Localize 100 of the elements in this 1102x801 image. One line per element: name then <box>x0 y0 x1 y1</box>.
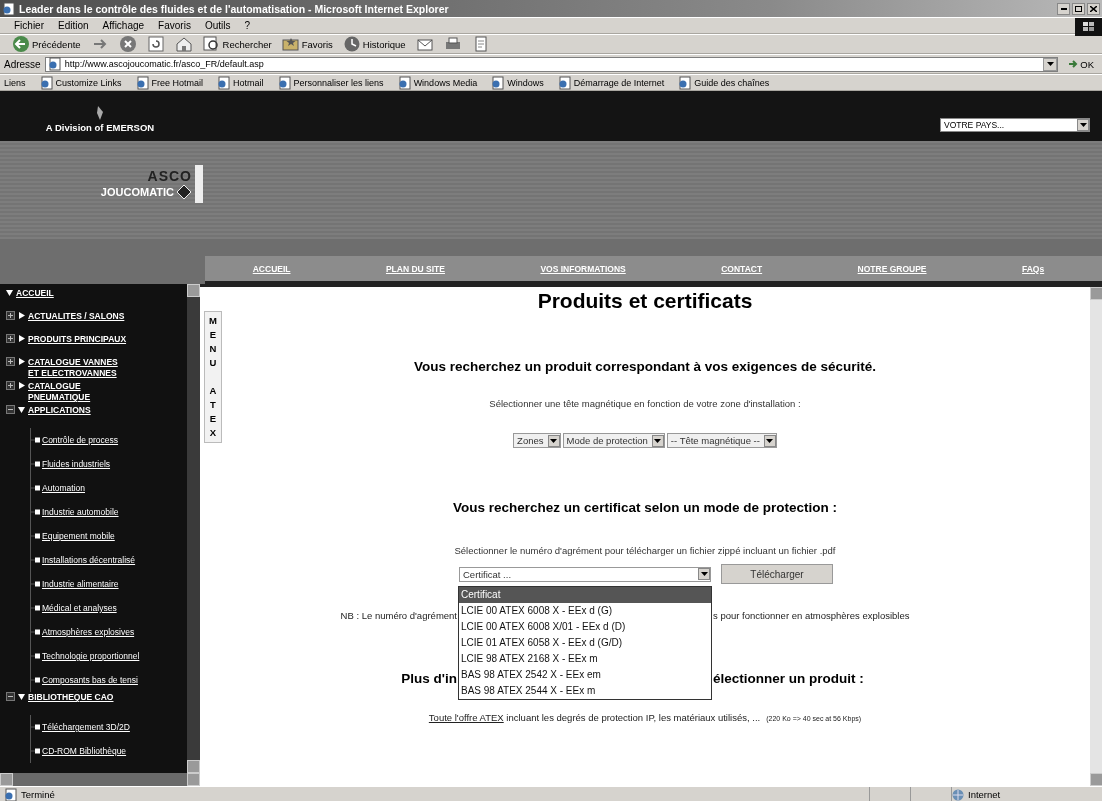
scrollbar[interactable] <box>187 284 200 773</box>
link-button[interactable]: Windows Media <box>397 75 478 90</box>
sidebar-link[interactable]: Composants bas de tensi <box>42 675 138 685</box>
dropdown[interactable]: -- Tête magnétique -- <box>666 433 777 448</box>
sidebar-link[interactable]: CD-ROM Bibliothèque <box>42 746 127 756</box>
status-text: Terminé <box>21 789 55 800</box>
sidebar-link[interactable]: Automation <box>42 483 85 493</box>
minimize-button[interactable] <box>1057 2 1070 15</box>
link-button[interactable]: Démarrage de Internet <box>557 75 665 90</box>
dropdown[interactable]: Zones <box>513 433 561 448</box>
sidebar-link[interactable]: Contrôle de process <box>42 435 119 445</box>
dropdown[interactable]: Mode de protection <box>562 433 665 448</box>
dropdown-arrow-icon <box>654 438 662 443</box>
logo-bar <box>195 165 203 203</box>
section-heading: électionner un produit : <box>713 671 865 686</box>
sidebar-link[interactable]: CATALOGUE VANNES ET ELECTROVANNES <box>28 357 128 379</box>
search-button[interactable]: Rechercher <box>200 35 274 53</box>
menu-item[interactable]: Fichier <box>14 20 44 31</box>
side-tab[interactable]: MENU ATEX <box>204 311 222 443</box>
instruction-text: Sélectionner une tête magnétique en fonction de votre zone d'installation : <box>489 398 801 409</box>
dropdown-option[interactable]: LCIE 00 ATEX 6008 X/01 - EEx d (D) <box>459 618 711 635</box>
collapse-box-icon[interactable] <box>6 405 15 414</box>
sidebar-link[interactable]: Industrie alimentaire <box>42 579 119 589</box>
link-button[interactable]: Hotmail <box>217 75 264 90</box>
sidebar-link[interactable]: Equipement mobile <box>42 531 115 541</box>
dropdown-arrow-icon <box>1046 62 1054 66</box>
dropdown-arrow-icon <box>1079 123 1087 127</box>
clock-icon <box>342 35 361 53</box>
status-zone: Internet <box>968 789 1001 800</box>
page-icon <box>47 57 62 71</box>
menu-item[interactable]: Outils <box>204 20 231 31</box>
section-heading: Plus d'in <box>401 671 457 686</box>
dropdown-option[interactable]: LCIE 00 ATEX 6008 X - EEx d (G) <box>459 602 711 619</box>
link-button[interactable]: Customize Links <box>39 75 122 90</box>
section-heading: Vous recherchez un certificat selon un mode de protection : <box>453 500 837 515</box>
sidebar-link[interactable]: PRODUITS PRINCIPAUX <box>28 334 128 345</box>
logo-wordmark: JOUCOMATIC <box>100 186 174 198</box>
link-button[interactable]: Free Hotmail <box>135 75 204 90</box>
dropdown-option[interactable]: BAS 98 ATEX 2544 X - EEx m <box>459 682 711 699</box>
sidebar-link[interactable]: CATALOGUE PNEUMATIQUE <box>28 381 128 403</box>
globe-icon <box>952 788 964 801</box>
note-text: s pour fonctionner en atmosphères explosibles <box>713 610 911 621</box>
expand-box-icon[interactable] <box>6 381 15 390</box>
scrollbar[interactable] <box>1090 287 1102 786</box>
windows-flag-icon <box>1081 21 1096 33</box>
menu-item[interactable]: ? <box>244 20 251 31</box>
dropdown-arrow-icon <box>766 438 774 443</box>
go-button[interactable]: OK <box>1062 58 1102 70</box>
clock-button[interactable]: Historique <box>340 35 408 53</box>
sidebar-link[interactable]: Médical et analyses <box>42 603 117 613</box>
logo-wordmark: ASCO <box>147 168 192 184</box>
home-icon <box>174 35 193 53</box>
sidebar-link[interactable]: Industrie automobile <box>42 507 119 517</box>
expand-box-icon[interactable] <box>6 311 15 320</box>
sidebar-link[interactable]: BIBLIOTHEQUE CAO <box>28 692 128 703</box>
close-button[interactable] <box>1087 2 1100 15</box>
links-label: Liens <box>4 77 26 88</box>
expand-box-icon[interactable] <box>6 334 15 343</box>
sidebar-link[interactable]: Installations décentralisé <box>42 555 136 565</box>
offer-sentence: Toute l'offre ATEX incluant les degrés de protection IP, les matériaux utilisés, ... <box>428 712 761 723</box>
note-text: NB : Le numéro d'agrément <box>340 610 457 621</box>
sidebar-link[interactable]: ACCUEIL <box>16 288 116 299</box>
sidebar-link[interactable]: Atmosphères explosives <box>42 627 135 637</box>
sidebar-link[interactable]: Technologie proportionnel <box>42 651 140 661</box>
sidebar-link[interactable]: APPLICATIONS <box>28 405 128 416</box>
close-icon <box>1090 5 1097 12</box>
instruction-text: Sélectionner le numéro d'agrément pour télécharger un fichier zippé incluant un fichier .pdf <box>454 545 836 556</box>
link-button[interactable]: Personnaliser les liens <box>277 75 384 90</box>
dropdown-option[interactable]: BAS 98 ATEX 2542 X - EEx em <box>459 666 711 683</box>
back-arrow-button[interactable]: Précédente <box>10 35 83 53</box>
menu-item[interactable]: Affichage <box>102 20 145 31</box>
menu-item[interactable]: Edition <box>58 20 89 31</box>
sidebar-link[interactable]: ACTUALITES / SALONS <box>28 311 128 322</box>
sidebar-link[interactable]: Fluides industriels <box>42 459 111 469</box>
dropdown-arrow-icon <box>550 438 557 443</box>
link-button[interactable]: Windows <box>491 75 544 90</box>
restore-button[interactable] <box>1072 2 1085 15</box>
minimize-icon <box>1060 7 1067 10</box>
expand-box-icon[interactable] <box>6 357 15 366</box>
section-heading: Vous recherchez un produit correspondant à vos exigences de sécurité. <box>414 359 876 374</box>
country-dropdown[interactable]: VOTRE PAYS... <box>940 118 1090 132</box>
dropdown-option[interactable]: LCIE 01 ATEX 6058 X - EEx d (G/D) <box>459 634 711 651</box>
menu-item[interactable]: Favoris <box>158 20 191 31</box>
scrollbar[interactable] <box>0 773 200 786</box>
pen-icon <box>96 106 104 120</box>
download-button[interactable]: Télécharger <box>721 564 833 584</box>
offer-link[interactable]: Toute l'offre ATEX <box>428 712 504 723</box>
dropdown-arrow-icon <box>700 572 708 576</box>
certificate-dropdown[interactable]: Certificat ... <box>459 566 711 582</box>
sidebar-link[interactable]: Téléchargement 3D/2D <box>42 722 130 732</box>
address-label: Adresse <box>4 58 41 70</box>
folder-star-button[interactable]: Favoris <box>279 35 335 53</box>
dropdown-option[interactable]: LCIE 98 ATEX 2168 X - EEx m <box>459 650 711 667</box>
dropdown-option[interactable]: Certificat <box>459 586 711 603</box>
division-tagline: A Division of EMERSON <box>45 122 155 133</box>
collapse-box-icon[interactable] <box>6 692 15 701</box>
address-field[interactable]: http://www.ascojoucomatic.fr/asco_FR/default.asp <box>44 56 1059 72</box>
link-button[interactable]: Guide des chaînes <box>678 75 770 90</box>
window-title: Leader dans le contrôle des fluides et de l'automatisation - Microsoft Internet Explorer <box>19 2 450 15</box>
restore-icon <box>1075 5 1082 12</box>
